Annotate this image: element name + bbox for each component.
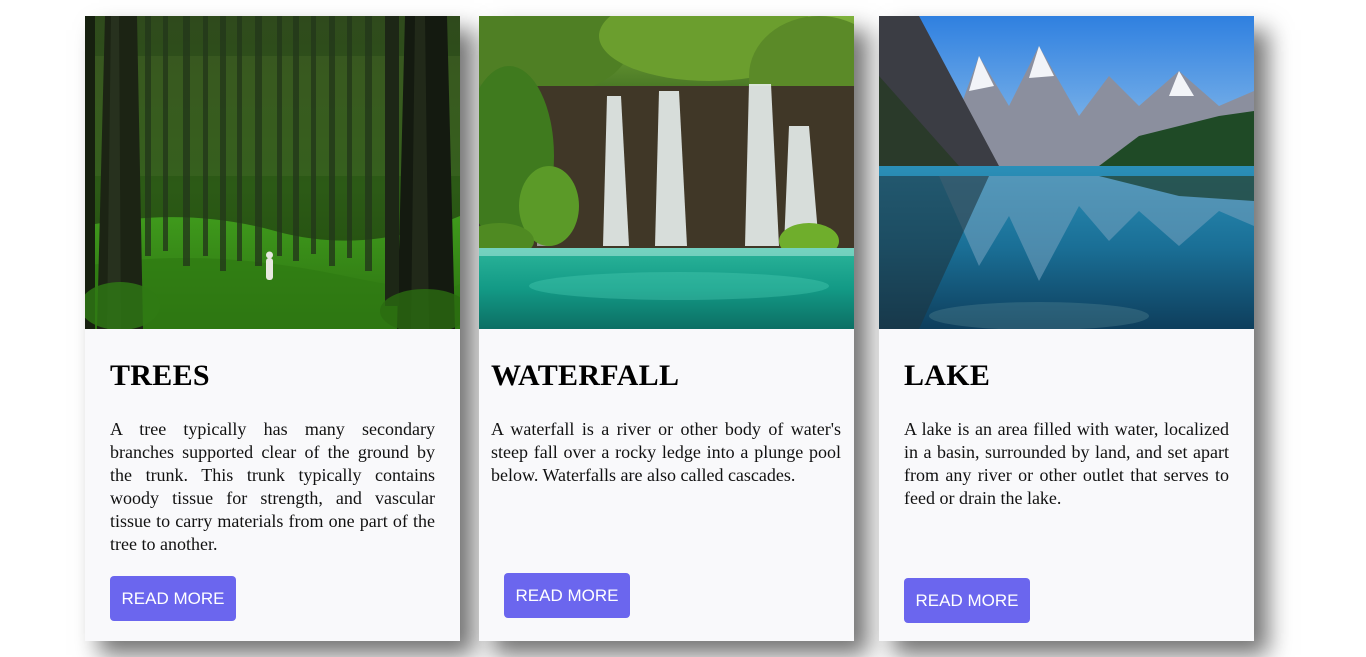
page: TREES A tree typically has many secondar… [0, 0, 1366, 657]
read-more-button[interactable]: READ MORE [504, 573, 630, 618]
waterfall-image [479, 16, 854, 329]
card-description: A tree typically has many secondary bran… [110, 419, 435, 554]
card-waterfall: WATERFALL A waterfall is a river or othe… [479, 16, 854, 641]
card-description: A waterfall is a river or other body of … [491, 419, 841, 485]
forest-image [85, 16, 460, 329]
card-lake: LAKE A lake is an area filled with water… [879, 16, 1254, 641]
card-title: WATERFALL [491, 359, 680, 392]
card-title: TREES [110, 359, 210, 392]
card-title: LAKE [904, 359, 991, 392]
card-description: A lake is an area filled with water, loc… [904, 419, 1229, 508]
read-more-button[interactable]: READ MORE [110, 576, 236, 621]
card-trees: TREES A tree typically has many secondar… [85, 16, 460, 641]
lake-image [879, 16, 1254, 329]
read-more-button[interactable]: READ MORE [904, 578, 1030, 623]
